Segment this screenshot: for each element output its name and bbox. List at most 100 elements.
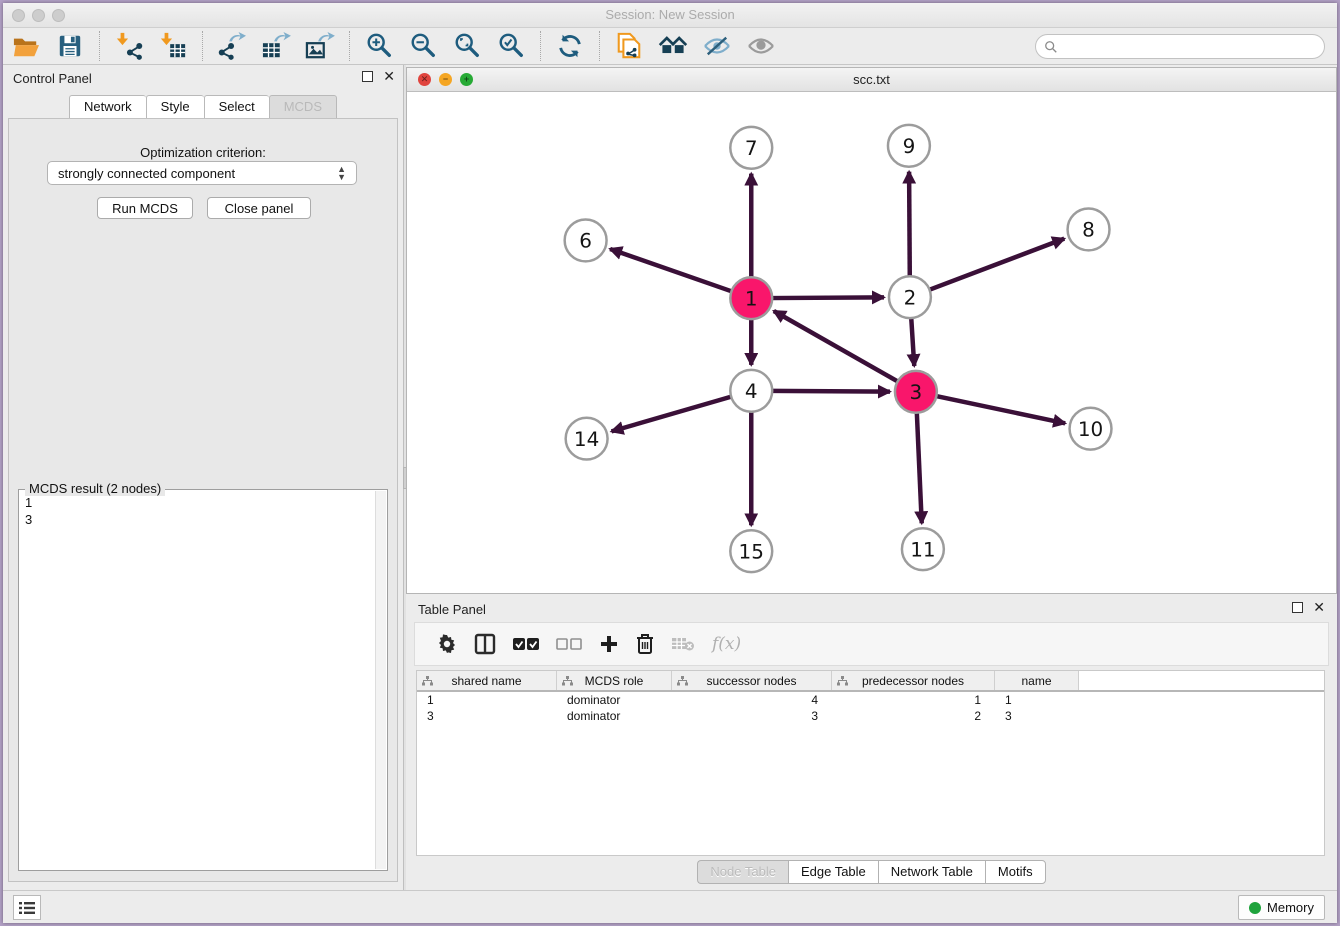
tab-network[interactable]: Network [69,95,146,119]
criterion-dropdown[interactable]: strongly connected component ▲▼ [47,161,357,185]
memory-label: Memory [1267,900,1314,915]
run-mcds-button[interactable]: Run MCDS [97,197,193,219]
memory-status-icon [1249,902,1261,914]
control-panel-float-button[interactable] [362,71,373,82]
tab-motifs[interactable]: Motifs [985,860,1046,884]
import-network-icon[interactable] [114,31,144,61]
svg-text:1: 1 [745,287,758,310]
graph-edge-3-1[interactable] [774,311,900,382]
graph-edge-4-3[interactable] [770,391,890,392]
table-cell: 2 [832,709,995,723]
mcds-result-text: 1 3 [25,494,373,866]
svg-text:4: 4 [745,380,758,403]
refresh-icon[interactable] [555,31,585,61]
graph-edge-3-10[interactable] [934,396,1065,424]
graph-node-2[interactable]: 2 [889,276,931,318]
table-panel-close-icon[interactable]: ✕ [1313,602,1325,613]
mcds-result-scrollbar[interactable] [375,491,386,869]
network-window-title: scc.txt [407,72,1336,87]
zoom-fit-icon[interactable] [452,31,482,61]
tab-mcds[interactable]: MCDS [269,95,337,119]
tab-style[interactable]: Style [146,95,204,119]
graph-edge-1-2[interactable] [770,297,884,298]
clone-network-icon[interactable] [614,31,644,61]
svg-text:14: 14 [574,428,599,451]
table-row[interactable]: 1dominator411 [417,692,1324,708]
zoom-in-icon[interactable] [364,31,394,61]
network-canvas[interactable]: 7 9 6 8 1 2 4 3 14 10 15 11 [407,92,1336,593]
table-toolbar: f(x) [414,622,1329,666]
export-table-icon[interactable] [261,31,291,61]
networks-home-icon[interactable] [658,31,688,61]
main-toolbar [3,28,1337,65]
graph-node-10[interactable]: 10 [1070,408,1112,450]
column-header-predecessor-nodes[interactable]: predecessor nodes [832,671,995,690]
graph-node-11[interactable]: 11 [902,528,944,570]
node-table[interactable]: shared nameMCDS rolesuccessor nodesprede… [416,670,1325,856]
tab-select[interactable]: Select [204,95,269,119]
graph-node-7[interactable]: 7 [730,127,772,169]
split-view-icon[interactable] [474,632,496,656]
search-box[interactable] [1035,34,1325,59]
svg-text:8: 8 [1082,219,1095,242]
graph-edge-2-9[interactable] [909,172,910,279]
control-panel-title: Control Panel [13,71,92,86]
graph-node-9[interactable]: 9 [888,125,930,167]
svg-text:15: 15 [739,540,764,563]
graph-node-3[interactable]: 3 [895,371,937,413]
show-all-icon[interactable] [746,31,776,61]
task-history-button[interactable] [13,895,41,920]
tab-node-table[interactable]: Node Table [697,860,788,884]
graph-edge-1-6[interactable] [610,249,733,292]
graph-node-4[interactable]: 4 [730,370,772,412]
export-image-icon[interactable] [305,31,335,61]
search-input[interactable] [1058,37,1324,57]
deselect-all-icon[interactable] [556,632,582,656]
graph-node-1[interactable]: 1 [730,277,772,319]
memory-button[interactable]: Memory [1238,895,1325,920]
delete-column-icon[interactable] [636,632,654,656]
table-row[interactable]: 3dominator323 [417,708,1324,724]
column-header-mcds-role[interactable]: MCDS role [557,671,672,690]
table-panel-float-button[interactable] [1292,602,1303,613]
open-session-icon[interactable] [11,31,41,61]
graph-edge-2-3[interactable] [911,316,914,366]
import-table-icon[interactable] [158,31,188,61]
svg-text:9: 9 [903,135,916,158]
function-builder-icon[interactable]: f(x) [712,632,741,656]
search-icon [1044,40,1058,54]
app-titlebar: Session: New Session [3,3,1337,28]
delete-table-icon[interactable] [671,632,695,656]
control-panel-close-icon[interactable]: ✕ [383,71,395,82]
graph-node-8[interactable]: 8 [1068,209,1110,251]
graph-edge-3-11[interactable] [917,411,922,524]
graph-node-15[interactable]: 15 [730,530,772,572]
gear-icon[interactable] [437,632,457,656]
dropdown-stepper-icon: ▲▼ [337,165,346,181]
column-header-successor-nodes[interactable]: successor nodes [672,671,832,690]
table-header-row: shared nameMCDS rolesuccessor nodesprede… [417,671,1324,692]
tab-edge-table[interactable]: Edge Table [788,860,878,884]
criterion-dropdown-value: strongly connected component [58,166,235,181]
save-session-icon[interactable] [55,31,85,61]
network-window-titlebar: ✕ − + scc.txt [407,68,1336,92]
network-view-window: ✕ − + scc.txt 7 9 6 8 1 2 4 3 14 10 15 11 [406,67,1337,594]
svg-text:10: 10 [1078,418,1103,441]
column-header-name[interactable]: name [995,671,1079,690]
close-panel-button[interactable]: Close panel [207,197,311,219]
status-bar: Memory [3,890,1337,923]
graph-node-6[interactable]: 6 [565,219,607,261]
column-header-shared-name[interactable]: shared name [417,671,557,690]
graph-edge-4-14[interactable] [612,396,734,431]
hide-selected-icon[interactable] [702,31,732,61]
zoom-out-icon[interactable] [408,31,438,61]
table-cell: 3 [672,709,832,723]
graph-node-14[interactable]: 14 [566,418,608,460]
add-column-icon[interactable] [599,632,619,656]
select-all-icon[interactable] [513,632,539,656]
tab-network-table[interactable]: Network Table [878,860,985,884]
table-cell: 3 [417,709,557,723]
zoom-selected-icon[interactable] [496,31,526,61]
export-network-icon[interactable] [217,31,247,61]
graph-edge-2-8[interactable] [928,239,1065,291]
